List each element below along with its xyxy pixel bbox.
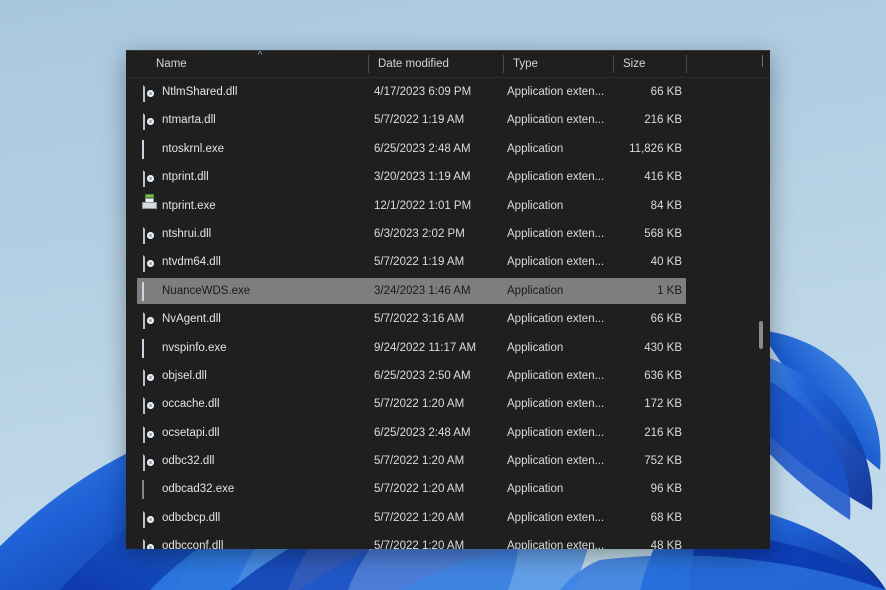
file-name: NtlmShared.dll xyxy=(162,86,238,98)
file-name: ntshrui.dll xyxy=(162,227,212,240)
file-size: 68 KB xyxy=(650,511,682,524)
dll-icon xyxy=(142,168,158,188)
file-name: occache.dll xyxy=(162,398,220,411)
column-header-name[interactable]: Name xyxy=(146,51,368,77)
dll-icon xyxy=(142,253,158,273)
column-header-type[interactable]: Type xyxy=(503,51,613,77)
file-row[interactable]: odbcbcp.dll 5/7/2022 1:20 AM Application e… xyxy=(126,504,770,532)
file-size: 172 KB xyxy=(644,398,682,411)
file-row[interactable]: ntprint.exe 12/1/2022 1:01 PM Application 8… xyxy=(126,192,770,220)
dll-icon xyxy=(142,423,158,443)
column-header-spacer xyxy=(686,51,770,77)
dll-icon xyxy=(142,224,158,244)
file-date-modified: 5/7/2022 1:20 AM xyxy=(374,455,465,468)
printer-icon xyxy=(142,193,158,214)
file-size: 568 KB xyxy=(644,227,682,240)
column-header-row: Name ^ Date modified Type Size xyxy=(126,51,770,78)
scrollbar-thumb[interactable] xyxy=(759,321,763,349)
file-name: odbcbcp.dll xyxy=(162,511,221,524)
file-date-modified: 5/7/2022 1:20 AM xyxy=(374,398,465,411)
scrollbar-track[interactable] xyxy=(756,78,766,549)
file-list[interactable]: NtlmShared.dll 4/17/2023 6:09 PM Applicati… xyxy=(126,78,770,549)
file-row[interactable]: NuanceWDS.exe 3/24/2023 1:46 AM Applicatio… xyxy=(126,277,770,305)
file-row[interactable]: nvspinfo.exe 9/24/2022 11:17 AM Applicatio… xyxy=(126,334,770,362)
file-date-modified: 4/17/2023 6:09 PM xyxy=(374,86,472,98)
file-name: odbc32.dll xyxy=(162,455,215,468)
file-date-modified: 6/25/2023 2:48 AM xyxy=(374,426,471,439)
dll-icon xyxy=(142,310,158,330)
file-name: ocsetapi.dll xyxy=(162,426,220,439)
file-date-modified: 5/7/2022 1:19 AM xyxy=(374,256,465,269)
file-name: objsel.dll xyxy=(162,369,207,382)
file-date-modified: 5/7/2022 1:19 AM xyxy=(374,114,465,127)
desktop: Name ^ Date modified Type Size NtlmShare… xyxy=(0,0,886,590)
exe-icon xyxy=(142,338,158,358)
file-row[interactable]: ntmarta.dll 5/7/2022 1:19 AM Application e… xyxy=(126,106,770,134)
file-date-modified: 6/25/2023 2:50 AM xyxy=(374,369,471,382)
file-date-modified: 3/20/2023 1:19 AM xyxy=(374,171,471,184)
file-date-modified: 3/24/2023 1:46 AM xyxy=(374,284,471,297)
file-date-modified: 5/7/2022 3:16 AM xyxy=(374,313,465,326)
file-name: nvspinfo.exe xyxy=(162,341,227,354)
dll-icon xyxy=(142,395,158,415)
dll-icon xyxy=(142,452,158,472)
dll-icon xyxy=(142,83,158,102)
dll-icon xyxy=(142,537,158,549)
file-size: 752 KB xyxy=(644,455,682,468)
file-size: 216 KB xyxy=(644,426,682,439)
scrollbar-top-tick xyxy=(762,55,763,67)
file-row[interactable]: occache.dll 5/7/2022 1:20 AM Application e… xyxy=(126,390,770,418)
file-name: odbcconf.dll xyxy=(162,540,224,549)
file-size: 1 KB xyxy=(657,284,682,297)
file-date-modified: 6/3/2023 2:02 PM xyxy=(374,227,465,240)
file-date-modified: 6/25/2023 2:48 AM xyxy=(374,142,471,155)
dll-icon xyxy=(142,508,158,528)
file-size: 40 KB xyxy=(650,256,682,269)
file-name: odbcad32.exe xyxy=(162,483,235,496)
file-name: ntoskrnl.exe xyxy=(162,142,225,155)
file-name: NuanceWDS.exe xyxy=(162,284,251,297)
odbc-admin-icon xyxy=(142,480,158,500)
dll-icon xyxy=(142,366,158,386)
file-row[interactable]: ntvdm64.dll 5/7/2022 1:19 AM Application e… xyxy=(126,248,770,276)
file-row[interactable]: ocsetapi.dll 6/25/2023 2:48 AM Application… xyxy=(126,419,770,447)
file-row[interactable]: NtlmShared.dll 4/17/2023 6:09 PM Applicati… xyxy=(126,78,770,106)
file-size: 48 KB xyxy=(650,540,682,549)
file-size: 96 KB xyxy=(650,483,682,496)
file-row[interactable]: NvAgent.dll 5/7/2022 3:16 AM Application e… xyxy=(126,305,770,333)
file-size: 430 KB xyxy=(644,341,682,354)
file-row[interactable]: odbc32.dll 5/7/2022 1:20 AM Application ex… xyxy=(126,447,770,475)
exe-icon xyxy=(142,139,158,159)
file-name: NvAgent.dll xyxy=(162,313,221,326)
file-date-modified: 5/7/2022 1:20 AM xyxy=(374,540,465,549)
file-explorer-window: Name ^ Date modified Type Size NtlmShare… xyxy=(126,50,770,549)
file-name: ntmarta.dll xyxy=(162,114,216,127)
file-date-modified: 5/7/2022 1:20 AM xyxy=(374,483,465,496)
file-size: 416 KB xyxy=(644,171,682,184)
file-row[interactable]: ntprint.dll 3/20/2023 1:19 AM Application … xyxy=(126,163,770,191)
file-size: 636 KB xyxy=(644,369,682,382)
file-date-modified: 5/7/2022 1:20 AM xyxy=(374,511,465,524)
file-date-modified: 12/1/2022 1:01 PM xyxy=(374,199,472,212)
file-size: 84 KB xyxy=(650,199,682,212)
column-header-size[interactable]: Size xyxy=(613,51,686,77)
file-size: 216 KB xyxy=(644,114,682,127)
file-row[interactable]: objsel.dll 6/25/2023 2:50 AM Application e… xyxy=(126,362,770,390)
file-row[interactable]: ntshrui.dll 6/3/2023 2:02 PM Application e… xyxy=(126,220,770,248)
dll-icon xyxy=(142,111,158,131)
file-name: ntvdm64.dll xyxy=(162,256,221,269)
file-name: ntprint.dll xyxy=(162,171,209,184)
file-row[interactable]: odbcad32.exe 5/7/2022 1:20 AM Application 9… xyxy=(126,475,770,503)
file-size: 66 KB xyxy=(650,86,682,98)
file-size: 66 KB xyxy=(650,313,682,326)
file-name: ntprint.exe xyxy=(162,199,216,212)
column-header-date-modified[interactable]: Date modified xyxy=(368,51,503,77)
file-row[interactable]: odbcconf.dll 5/7/2022 1:20 AM Application … xyxy=(126,532,770,549)
file-date-modified: 9/24/2022 11:17 AM xyxy=(374,341,477,354)
file-row[interactable]: ntoskrnl.exe 6/25/2023 2:48 AM Application… xyxy=(126,135,770,163)
exe-icon xyxy=(142,281,158,301)
file-size: 11,826 KB xyxy=(629,142,682,155)
